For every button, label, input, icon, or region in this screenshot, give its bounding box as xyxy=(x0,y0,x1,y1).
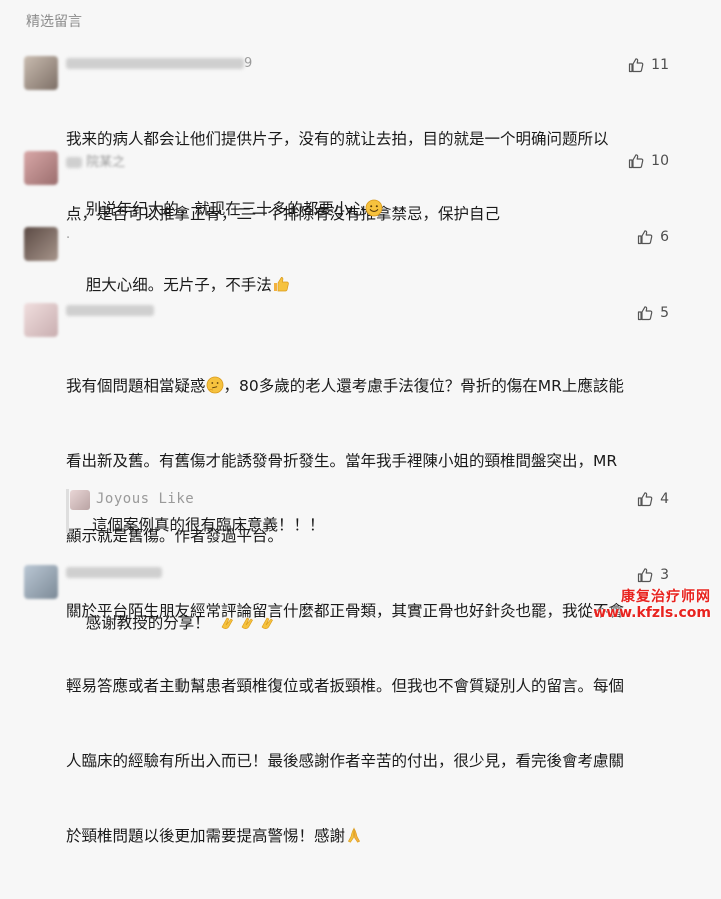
avatar[interactable] xyxy=(24,56,58,90)
avatar[interactable] xyxy=(24,151,58,185)
commenter-name: . xyxy=(66,227,71,242)
section-title: 精选留言 xyxy=(26,14,82,30)
like-button[interactable]: 10 xyxy=(628,153,669,169)
comment-text: 感谢教授的分享！ xyxy=(66,586,666,661)
clap-emoji xyxy=(221,617,233,629)
comment-text: 别说年纪大的，就现在三十多的都要小心 xyxy=(66,172,666,247)
thumbs-up-icon xyxy=(637,306,653,321)
like-count: 5 xyxy=(660,305,669,321)
clap-emoji xyxy=(241,617,253,629)
commenter-name: 9 xyxy=(66,56,252,71)
commenter-name xyxy=(66,565,162,580)
reply-avatar[interactable] xyxy=(70,490,90,510)
avatar[interactable] xyxy=(24,303,58,337)
like-button[interactable]: 3 xyxy=(637,567,669,583)
smile-emoji xyxy=(365,199,383,217)
reply-like-button[interactable]: 4 xyxy=(637,491,669,507)
comment-text: 胆大心细。无片子，不手法 xyxy=(66,248,666,323)
like-count: 3 xyxy=(660,567,669,583)
pray-emoji xyxy=(348,827,361,843)
clap-emoji xyxy=(261,617,273,629)
like-count: 10 xyxy=(651,153,669,169)
avatar[interactable] xyxy=(24,227,58,261)
commenter-name: 院某之 xyxy=(66,151,125,170)
thumbs-up-icon xyxy=(629,154,644,169)
like-button[interactable]: 11 xyxy=(628,57,669,73)
reply-divider xyxy=(66,489,69,533)
like-count: 6 xyxy=(660,229,669,245)
thumbs-up-icon xyxy=(637,568,653,583)
thinking-emoji xyxy=(206,376,223,394)
like-button[interactable]: 5 xyxy=(637,305,669,321)
thumbs-up-icon xyxy=(629,58,644,73)
avatar[interactable] xyxy=(24,565,58,599)
reply-text: 這個案例真的很有臨床意義！！！ xyxy=(92,516,325,534)
thumbs-up-emoji xyxy=(273,277,289,292)
site-watermark: 康复治疗师网 www.kfzls.com xyxy=(593,589,711,621)
thumbs-up-icon xyxy=(637,492,653,507)
reply-author-name: Joyous Like xyxy=(96,491,195,507)
commenter-name xyxy=(66,303,154,318)
like-button[interactable]: 6 xyxy=(637,229,669,245)
like-count: 11 xyxy=(651,57,669,73)
thumbs-up-icon xyxy=(637,230,653,245)
like-count: 4 xyxy=(660,491,669,507)
